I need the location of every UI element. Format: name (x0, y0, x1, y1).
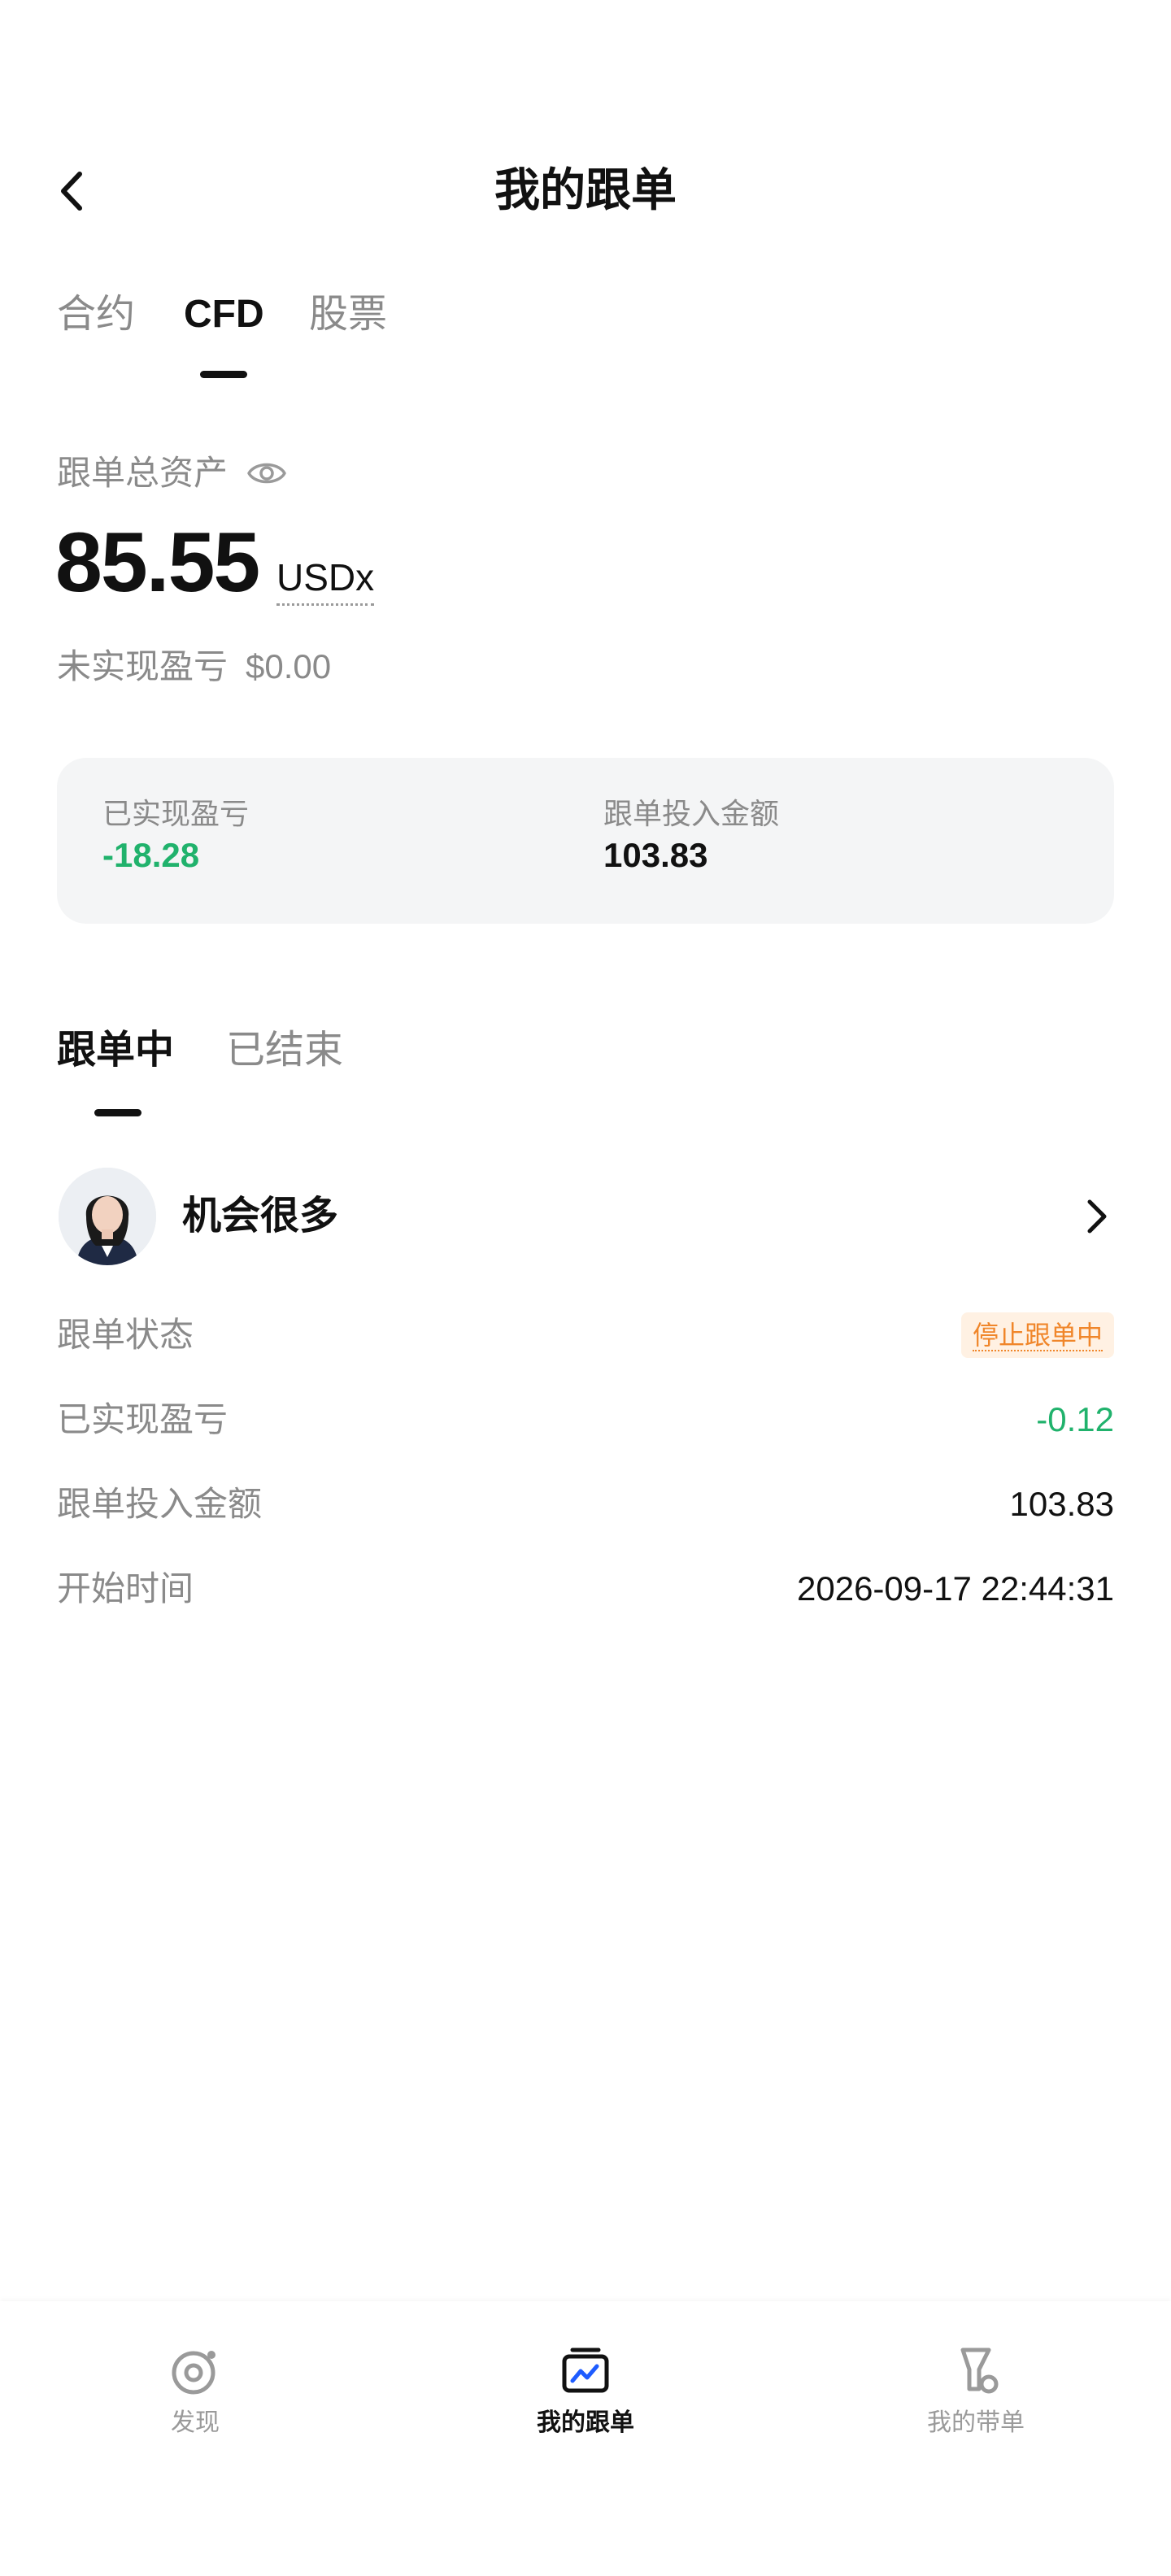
chevron-right-icon[interactable] (1078, 1192, 1114, 1241)
unrealized-pnl-value: $0.00 (246, 647, 332, 685)
nav-my-copy-trades[interactable]: 我的跟单 (464, 2301, 707, 2441)
copy-trade-icon (562, 2348, 609, 2393)
page-title: 我的跟单 (494, 164, 677, 215)
asset-unit[interactable]: USDx (276, 553, 375, 606)
realized-pnl-value: -18.28 (102, 836, 200, 874)
total-assets-value: 85.55 (55, 516, 260, 610)
bottom-nav: 发现 我的跟单 我的带单 (0, 2301, 1171, 2576)
eye-icon[interactable] (246, 455, 288, 491)
nav-my-lead-trades[interactable]: 我的带单 (854, 2301, 1098, 2441)
nav-my-lead-trades-label: 我的带单 (927, 2409, 1025, 2436)
unrealized-pnl-label: 未实现盈亏 (57, 647, 229, 685)
summary-card: 已实现盈亏 -18.28 跟单投入金额 103.83 (57, 758, 1114, 924)
start-time-label: 开始时间 (57, 1569, 194, 1608)
tab-stocks[interactable]: 股票 (309, 289, 387, 341)
status-badge-text: 停止跟单中 (972, 1321, 1103, 1351)
trader-avatar[interactable] (59, 1168, 156, 1265)
tab-ended[interactable]: 已结束 (226, 1025, 343, 1077)
tab-cfd[interactable]: CFD (184, 289, 264, 341)
nav-discover[interactable]: 发现 (73, 2301, 317, 2441)
lead-trade-icon (960, 2348, 999, 2394)
trader-invested-label: 跟单投入金额 (57, 1485, 263, 1523)
trader-realized-pnl-label: 已实现盈亏 (57, 1400, 229, 1438)
nav-my-copy-trades-label: 我的跟单 (537, 2409, 634, 2436)
realized-pnl-label: 已实现盈亏 (102, 797, 250, 830)
discover-icon (172, 2351, 215, 2395)
tab-following[interactable]: 跟单中 (57, 1025, 174, 1077)
trader-name[interactable]: 机会很多 (182, 1190, 338, 1242)
tab-contract[interactable]: 合约 (57, 289, 135, 341)
invested-amount-label: 跟单投入金额 (603, 797, 780, 830)
invested-amount-value: 103.83 (603, 836, 708, 874)
copy-status-label: 跟单状态 (57, 1316, 194, 1354)
start-time-value: 2026-09-17 22:44:31 (797, 1569, 1114, 1608)
status-badge[interactable]: 停止跟单中 (960, 1312, 1114, 1358)
trader-invested-value: 103.83 (1009, 1485, 1114, 1523)
tab-indicator (200, 371, 247, 378)
nav-discover-label: 发现 (171, 2409, 220, 2436)
total-assets-label: 跟单总资产 (57, 454, 229, 492)
status-tab-indicator (94, 1109, 141, 1116)
trader-realized-pnl-value: -0.12 (1036, 1400, 1114, 1438)
